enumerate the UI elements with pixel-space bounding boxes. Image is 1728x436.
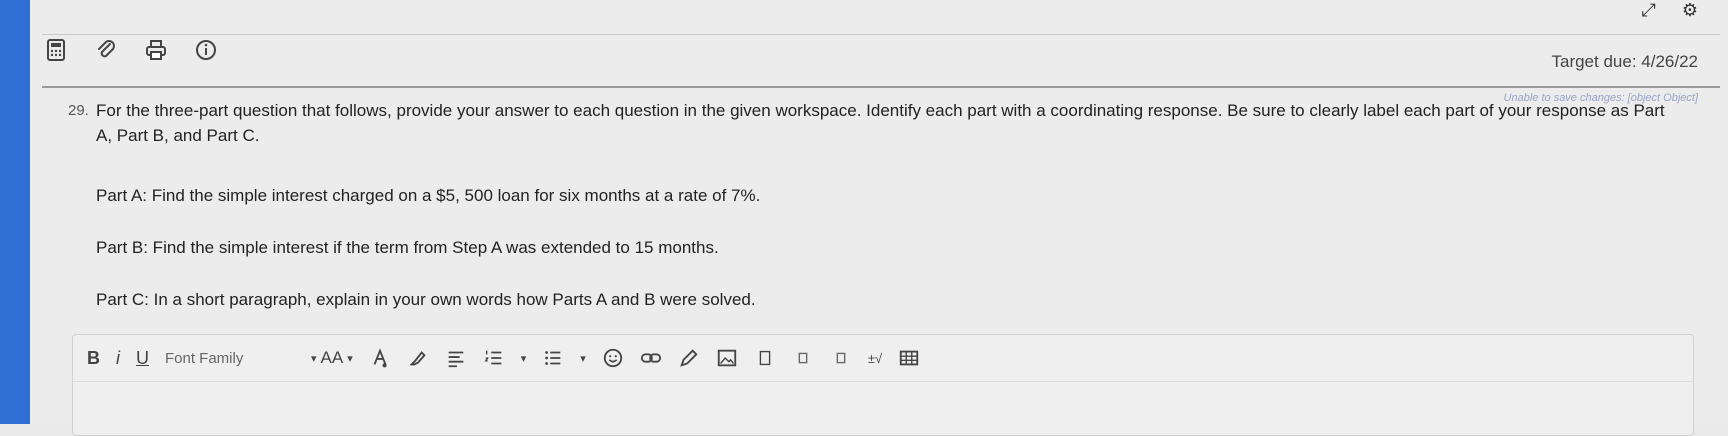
draw-icon[interactable]	[678, 344, 700, 372]
bold-button[interactable]: B	[87, 344, 100, 372]
editor-toolbar: B i U Font Family ▾ AA ▾ ▾ ▾ ±√	[73, 335, 1693, 381]
print-icon[interactable]	[142, 36, 170, 64]
answer-input-area[interactable]	[73, 381, 1693, 435]
target-due-date: Target due: 4/26/22	[1551, 52, 1698, 71]
question-toolbar	[42, 36, 220, 64]
question-29: 29. For the three-part question that fol…	[68, 98, 1668, 148]
link-icon[interactable]	[640, 344, 662, 372]
info-icon[interactable]	[192, 36, 220, 64]
expand-icon[interactable]: ⤢	[1641, 0, 1655, 21]
file-icon[interactable]	[830, 344, 852, 372]
gear-icon[interactable]: ⚙	[1682, 0, 1698, 21]
part-a-text: Part A: Find the simple interest charged…	[96, 186, 761, 205]
part-b-text: Part B: Find the simple interest if the …	[96, 238, 719, 257]
highlight-icon[interactable]	[407, 344, 429, 372]
numbered-list-icon[interactable]	[483, 344, 505, 372]
chevron-down-icon[interactable]: ▾	[521, 344, 527, 372]
italic-button[interactable]: i	[116, 344, 120, 372]
video-icon[interactable]	[754, 344, 776, 372]
part-c-text: Part C: In a short paragraph, explain in…	[96, 290, 756, 309]
bullet-list-icon[interactable]	[542, 344, 564, 372]
image-icon[interactable]	[716, 344, 738, 372]
window-controls: ⤢ ⚙	[1641, 0, 1698, 21]
chevron-down-icon[interactable]: ▾	[347, 344, 353, 372]
font-size-button[interactable]: AA	[321, 344, 344, 372]
chevron-down-icon[interactable]: ▾	[311, 344, 317, 372]
top-divider	[42, 34, 1720, 35]
question-prompt: For the three-part question that follows…	[96, 101, 1665, 145]
left-accent-bar	[0, 0, 30, 424]
math-button[interactable]: ±√	[868, 344, 882, 372]
emoji-icon[interactable]	[602, 344, 624, 372]
chevron-down-icon[interactable]: ▾	[580, 344, 586, 372]
table-icon[interactable]	[898, 344, 920, 372]
underline-button[interactable]: U	[136, 344, 149, 372]
text-color-icon[interactable]	[369, 344, 391, 372]
question-number: 29.	[68, 102, 89, 119]
align-icon[interactable]	[445, 344, 467, 372]
audio-icon[interactable]	[792, 344, 814, 372]
calculator-icon[interactable]	[42, 36, 70, 64]
header-divider	[42, 86, 1720, 88]
font-family-select[interactable]: Font Family	[165, 344, 295, 372]
answer-editor: B i U Font Family ▾ AA ▾ ▾ ▾ ±√	[72, 334, 1694, 436]
paperclip-icon[interactable]	[92, 36, 120, 64]
